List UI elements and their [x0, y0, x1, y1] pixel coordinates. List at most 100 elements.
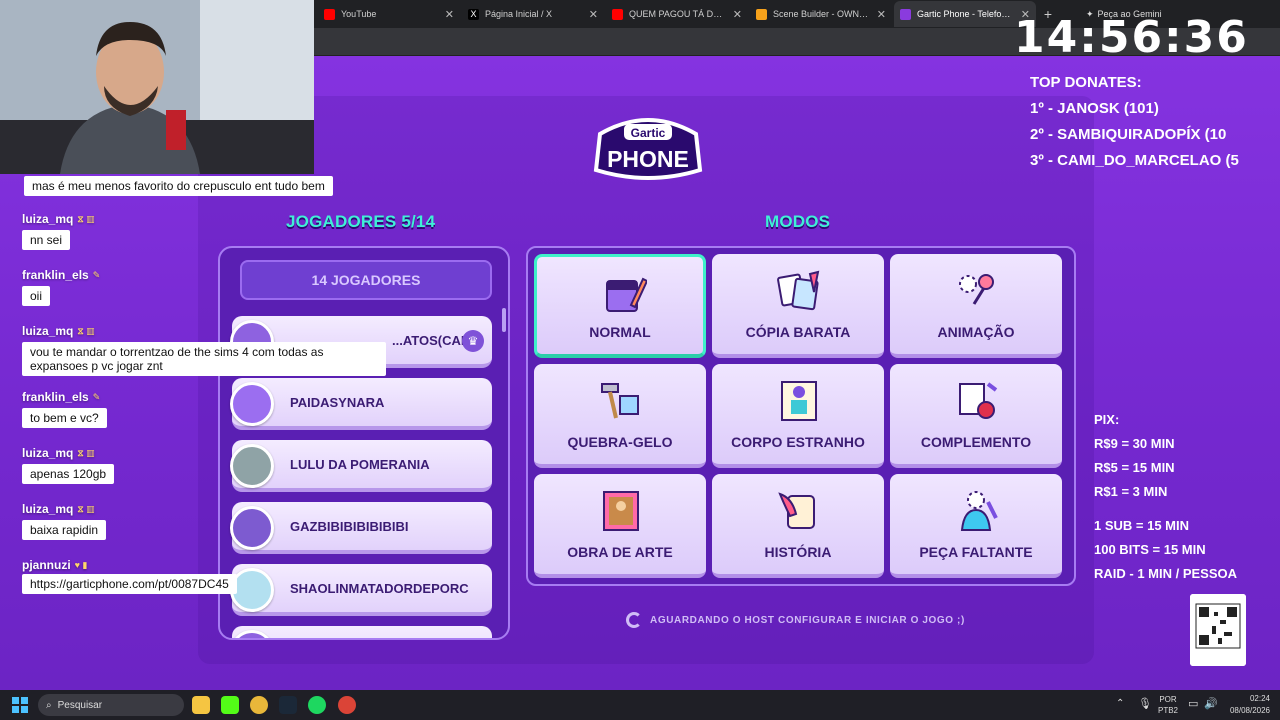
tab-youtube-video[interactable]: QUEM PAGOU TÁ DORMIN ✕ — [606, 1, 748, 27]
badge-icon: ⧖ ▥ — [77, 213, 95, 224]
waiting-status: AGUARDANDO O HOST CONFIGURAR E INICIAR O… — [626, 612, 965, 628]
chat-username: franklin_els ✎ — [22, 268, 100, 282]
chat-message: mas é meu menos favorito do crepusculo e… — [24, 176, 333, 196]
chat-message: vou te mandar o torrentzao de the sims 4… — [22, 342, 386, 376]
username-text: franklin_els — [22, 390, 89, 404]
gartic-phone-logo: Gartic PHONE — [593, 118, 703, 180]
close-icon[interactable]: ✕ — [589, 8, 598, 21]
scroll-quill-icon — [778, 492, 815, 529]
search-icon: ⌕ — [46, 699, 52, 711]
mode-label: HISTÓRIA — [764, 544, 832, 560]
taskbar-search[interactable]: ⌕ Pesquisar — [38, 694, 184, 716]
network-icon[interactable]: ▭ — [1188, 697, 1198, 710]
gartic-icon — [900, 8, 911, 20]
scrollbar[interactable] — [502, 308, 506, 332]
x-icon: X — [468, 8, 479, 20]
chat-username: luiza_mq ⧖ ▥ — [22, 212, 95, 226]
loading-spinner-icon — [626, 612, 642, 628]
badge-icon: ⧖ ▥ — [77, 447, 95, 458]
streamer-silhouette — [0, 0, 314, 174]
mode-label: ANIMAÇÃO — [937, 324, 1015, 340]
player-name: ...ATOS(CAR — [392, 332, 471, 348]
donors-title: TOP DONATES: — [1030, 74, 1142, 91]
tab-title: Página Inicial / X — [485, 9, 553, 19]
mode-label: CÓPIA BARATA — [745, 324, 851, 340]
tab-scene-builder[interactable]: Scene Builder - OWN3D Pr ✕ — [750, 1, 892, 27]
badge-icon: ✎ — [92, 391, 101, 402]
mode-corpo-estranho[interactable]: CORPO ESTRANHO — [712, 364, 884, 468]
username-text: franklin_els — [22, 268, 89, 282]
player-card[interactable]: PAIDASYNARA — [230, 378, 492, 430]
volume-icon[interactable]: 🔊 — [1204, 697, 1218, 710]
close-icon[interactable]: ✕ — [445, 8, 454, 21]
microphone-icon[interactable]: 🎙 — [1138, 697, 1152, 710]
crown-icon: ♛ — [462, 330, 484, 352]
lang-text: POR — [1159, 695, 1177, 704]
mode-label: PEÇA FALTANTE — [919, 544, 1033, 560]
player-card[interactable] — [230, 626, 492, 638]
mode-complemento[interactable]: COMPLEMENTO — [890, 364, 1062, 468]
players-panel: 14 JOGADORES ...ATOS(CAR ♛ PAIDASYNARA L… — [218, 246, 510, 640]
badge-icon: ✎ — [92, 269, 101, 280]
tray-date: 08/08/2026 — [1229, 706, 1270, 715]
webcam-feed — [0, 0, 314, 174]
animation-pin-icon — [959, 274, 994, 305]
windows-start-icon[interactable] — [12, 697, 28, 713]
chat-username: pjannuzi ♥ ▮ — [22, 558, 87, 572]
chrome-profile-icon[interactable] — [338, 696, 356, 714]
own3d-icon — [756, 8, 767, 20]
chat-message: oii — [22, 286, 51, 306]
tab-title: Scene Builder - OWN3D Pr — [773, 9, 871, 19]
mode-peca-faltante[interactable]: PEÇA FALTANTE — [890, 474, 1062, 578]
mode-historia[interactable]: HISTÓRIA — [712, 474, 884, 578]
chrome-icon[interactable] — [250, 696, 268, 714]
player-card[interactable]: SHAOLINMATADORDEPORC — [230, 564, 492, 616]
donor-entry: 1º - JANOSK (101) — [1030, 100, 1159, 117]
youtube-icon — [324, 8, 335, 20]
youtube-icon — [612, 8, 623, 20]
chevron-up-icon[interactable]: ⌃ — [1116, 698, 1124, 709]
player-name: SHAOLINMATADORDEPORC — [290, 580, 469, 596]
avatar — [230, 506, 274, 550]
username-text: luiza_mq — [22, 212, 74, 226]
qr-code-icon — [1190, 594, 1246, 666]
streamlabs-icon[interactable] — [221, 696, 239, 714]
player-card[interactable]: LULU DA POMERANIA — [230, 440, 492, 492]
mode-label: COMPLEMENTO — [920, 434, 1032, 450]
tab-title: Gartic Phone - Telefone sem — [917, 9, 1015, 19]
tray-time: 02:24 — [1249, 694, 1270, 703]
language-indicator[interactable]: POR PTB2 — [1158, 694, 1178, 716]
chat-message: baixa rapidin — [22, 520, 107, 540]
mode-obra-de-arte[interactable]: OBRA DE ARTE — [534, 474, 706, 578]
player-card[interactable]: GAZBIBIBIBIBIBIBI — [230, 502, 492, 554]
pix-title: PIX: — [1094, 412, 1120, 427]
avatar — [230, 630, 274, 638]
layout-text: PTB2 — [1158, 706, 1179, 715]
complement-icon — [959, 382, 998, 419]
file-explorer-icon[interactable] — [192, 696, 210, 714]
tab-title: QUEM PAGOU TÁ DORMIN — [629, 9, 727, 19]
chat-message: nn sei — [22, 230, 71, 250]
pix-line: R$1 = 3 MIN — [1094, 484, 1168, 499]
mode-quebra-gelo[interactable]: QUEBRA-GELO — [534, 364, 706, 468]
close-icon[interactable]: ✕ — [877, 8, 886, 21]
stream-clock: 14:56:36 — [1014, 12, 1249, 63]
missing-piece-icon — [960, 491, 998, 531]
mode-animacao[interactable]: ANIMAÇÃO — [890, 254, 1062, 358]
mode-label: NORMAL — [589, 324, 651, 340]
mode-copia-barata[interactable]: CÓPIA BARATA — [712, 254, 884, 358]
tab-x[interactable]: X Página Inicial / X ✕ — [462, 1, 604, 27]
mode-normal[interactable]: NORMAL — [534, 254, 706, 358]
close-icon[interactable]: ✕ — [733, 8, 742, 21]
steam-icon[interactable] — [279, 696, 297, 714]
sub-line: 1 SUB = 15 MIN — [1094, 518, 1190, 533]
clock-tray[interactable]: 02:24 08/08/2026 — [1230, 693, 1270, 717]
modes-panel: NORMAL CÓPIA BARATA ANIMAÇÃO QUEBRA-GELO… — [526, 246, 1076, 586]
mode-label: OBRA DE ARTE — [567, 544, 673, 560]
tab-youtube[interactable]: YouTube ✕ — [318, 1, 460, 27]
chat-message: apenas 120gb — [22, 464, 115, 484]
chat-username: luiza_mq ⧖ ▥ — [22, 324, 95, 338]
spotify-icon[interactable] — [308, 696, 326, 714]
donor-entry: 3º - CAMI_DO_MARCELAO (5 — [1030, 152, 1239, 169]
chat-message: to bem e vc? — [22, 408, 107, 428]
